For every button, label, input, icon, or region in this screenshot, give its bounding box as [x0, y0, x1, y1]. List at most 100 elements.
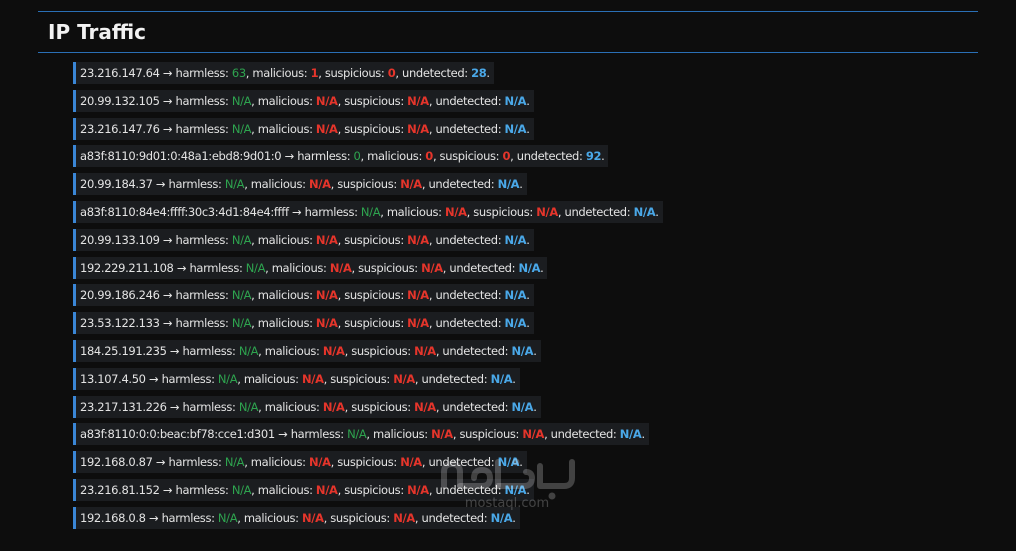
row-arrow: →: [166, 399, 183, 414]
row-malicious-value: 0: [425, 149, 433, 164]
row-malicious-value: N/A: [329, 260, 352, 275]
row-ip: 20.99.184.37: [80, 177, 153, 192]
row-end: .: [533, 343, 537, 358]
row-arrow: →: [159, 93, 176, 108]
row-end: .: [519, 455, 523, 470]
row-arrow: →: [145, 510, 162, 525]
row-undetected-value: N/A: [633, 204, 656, 219]
row-arrow: →: [288, 204, 305, 219]
row-harmless-value: N/A: [231, 121, 252, 136]
ip-traffic-row: 20.99.133.109 → harmless: N/A, malicious…: [73, 228, 534, 251]
row-end: .: [512, 510, 516, 525]
row-malicious-label: , malicious:: [244, 177, 309, 192]
row-malicious-label: , malicious:: [251, 93, 316, 108]
row-undetected-label: , undetected:: [428, 288, 505, 303]
ip-traffic-list: 23.216.147.64 → harmless: 63, malicious:…: [73, 62, 663, 535]
row-harmless-value: 63: [231, 66, 246, 80]
row-harmless-label: harmless:: [290, 427, 348, 442]
row-malicious-value: N/A: [301, 510, 324, 525]
row-undetected-label: , undetected:: [428, 232, 505, 247]
row-undetected-label: , undetected:: [544, 427, 620, 442]
row-ip: 23.216.147.76: [80, 121, 160, 136]
row-undetected-value: N/A: [490, 510, 513, 525]
row-ip: 20.99.133.109: [80, 232, 160, 247]
row-suspicious-value: N/A: [414, 343, 436, 358]
row-end: .: [526, 121, 530, 136]
row-harmless-value: N/A: [217, 510, 238, 525]
row-undetected-label: , undetected:: [414, 510, 491, 525]
row-malicious-value: N/A: [315, 288, 338, 303]
ip-traffic-row: a83f:8110:9d01:0:48a1:ebd8:9d01:0 → harm…: [73, 145, 609, 168]
row-suspicious-label: , suspicious:: [323, 510, 394, 525]
row-harmless-label: harmless:: [304, 204, 361, 219]
row-ip: 23.53.122.133: [80, 316, 160, 331]
row-harmless-label: harmless:: [182, 343, 239, 358]
row-suspicious-value: N/A: [421, 260, 443, 275]
row-ip: 184.25.191.235: [80, 343, 167, 358]
row-harmless-value: N/A: [231, 288, 252, 303]
row-harmless-value: N/A: [231, 232, 252, 247]
row-suspicious-label: , suspicious:: [337, 232, 408, 247]
row-arrow: →: [159, 288, 176, 303]
row-harmless-value: N/A: [347, 427, 367, 442]
row-end: .: [641, 427, 645, 442]
row-malicious-label: , malicious:: [360, 149, 426, 164]
row-malicious-value: N/A: [308, 455, 331, 470]
row-malicious-label: , malicious:: [366, 427, 432, 442]
row-end: .: [512, 371, 516, 386]
row-suspicious-label: , suspicious:: [337, 288, 408, 303]
row-ip: 192.168.0.87: [80, 455, 153, 470]
row-malicious-value: N/A: [315, 93, 338, 108]
row-malicious-label: , malicious:: [245, 66, 311, 80]
ip-traffic-row: a83f:8110:0:0:beac:bf78:cce1:d301 → harm…: [73, 423, 649, 446]
row-suspicious-label: , suspicious:: [344, 399, 415, 414]
row-end: .: [519, 177, 523, 192]
ip-traffic-row: 20.99.186.246 → harmless: N/A, malicious…: [73, 284, 534, 307]
row-end: .: [655, 204, 659, 219]
row-undetected-value: N/A: [497, 455, 520, 470]
row-suspicious-value: N/A: [407, 232, 429, 247]
row-arrow: →: [281, 149, 298, 164]
row-harmless-value: N/A: [224, 177, 245, 192]
row-suspicious-label: , suspicious:: [337, 316, 408, 331]
ip-traffic-row: 23.53.122.133 → harmless: N/A, malicious…: [73, 312, 534, 335]
row-undetected-label: , undetected:: [414, 371, 491, 386]
ip-traffic-row: 23.216.147.64 → harmless: 63, malicious:…: [73, 62, 494, 84]
ip-traffic-row: 192.168.0.87 → harmless: N/A, malicious:…: [73, 451, 527, 474]
row-suspicious-value: N/A: [407, 121, 429, 136]
ip-traffic-row: 13.107.4.50 → harmless: N/A, malicious: …: [73, 367, 520, 390]
row-malicious-label: , malicious:: [237, 510, 302, 525]
row-harmless-label: harmless:: [175, 93, 232, 108]
row-undetected-value: N/A: [511, 343, 534, 358]
row-arrow: →: [173, 260, 190, 275]
row-suspicious-label: , suspicious:: [452, 427, 523, 442]
row-harmless-value: N/A: [231, 482, 252, 497]
row-undetected-label: , undetected:: [421, 455, 498, 470]
row-suspicious-value: N/A: [407, 288, 429, 303]
row-end: .: [540, 260, 544, 275]
row-ip: 192.229.211.108: [80, 260, 174, 275]
row-harmless-label: harmless:: [175, 316, 232, 331]
row-arrow: →: [152, 177, 169, 192]
row-suspicious-value: N/A: [400, 455, 422, 470]
row-malicious-value: N/A: [315, 121, 338, 136]
ip-traffic-panel: IP Traffic 23.216.147.64 → harmless: 63,…: [38, 11, 978, 551]
row-harmless-label: harmless:: [175, 232, 232, 247]
row-arrow: →: [166, 343, 183, 358]
row-ip: 23.216.81.152: [80, 482, 160, 497]
ip-traffic-row: 184.25.191.235 → harmless: N/A, maliciou…: [73, 339, 541, 362]
row-undetected-label: , undetected:: [421, 177, 498, 192]
ip-traffic-row: 192.168.0.8 → harmless: N/A, malicious: …: [73, 506, 520, 529]
row-malicious-value: N/A: [322, 343, 345, 358]
row-malicious-value: N/A: [315, 316, 338, 331]
row-harmless-label: harmless:: [168, 177, 225, 192]
ip-traffic-row: 20.99.184.37 → harmless: N/A, malicious:…: [73, 173, 527, 196]
row-harmless-value: N/A: [238, 343, 259, 358]
ip-traffic-row: a83f:8110:84e4:ffff:30c3:4d1:84e4:ffff →…: [73, 200, 663, 223]
row-ip: a83f:8110:0:0:beac:bf78:cce1:d301: [80, 427, 275, 442]
row-malicious-label: , malicious:: [237, 371, 302, 386]
row-undetected-value: N/A: [497, 177, 520, 192]
row-end: .: [526, 482, 530, 497]
row-undetected-label: , undetected:: [428, 121, 505, 136]
row-harmless-label: harmless:: [182, 399, 239, 414]
